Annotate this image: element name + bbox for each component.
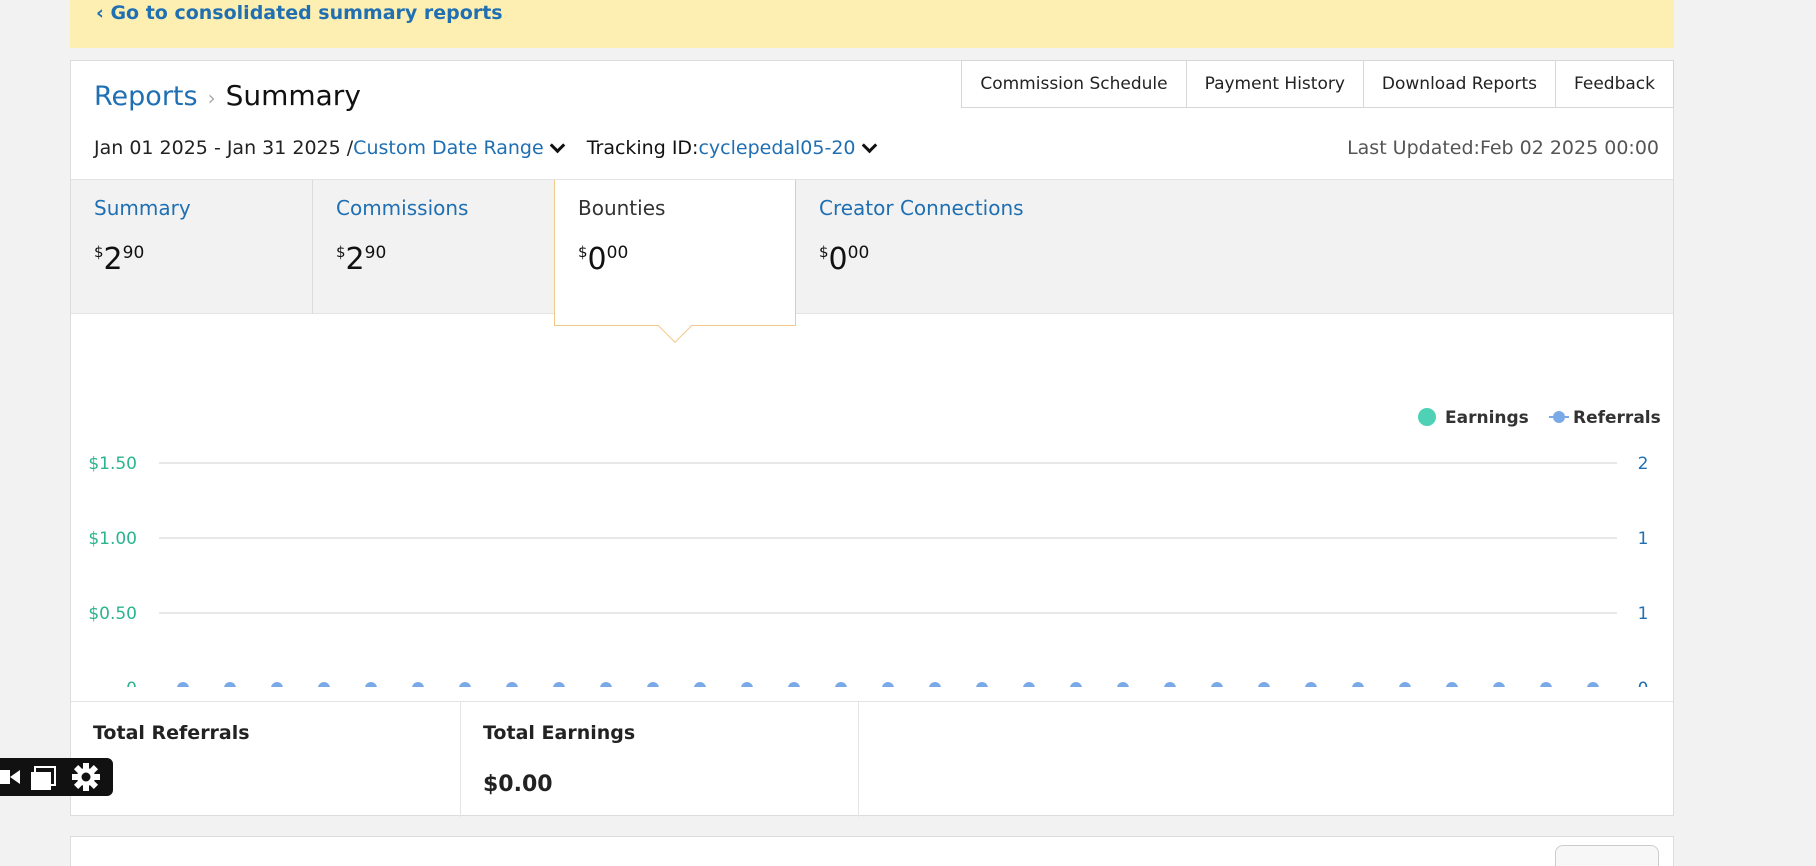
referrals-point	[1352, 682, 1364, 687]
referrals-point	[694, 682, 706, 687]
tab-commissions[interactable]: Commissions $290	[313, 180, 554, 314]
legend-earnings-label: Earnings	[1445, 408, 1529, 428]
referrals-point	[929, 682, 941, 687]
next-card	[70, 836, 1674, 866]
floating-toolbar-icons	[0, 763, 100, 791]
next-card-control[interactable]	[1555, 845, 1659, 866]
referrals-point	[1258, 682, 1270, 687]
total-earnings: Total Earnings $0.00	[461, 702, 859, 817]
referrals-point	[882, 682, 894, 687]
tracking-id-label: Tracking ID:	[586, 137, 699, 159]
referrals-point	[271, 682, 283, 687]
tab-amount: $290	[336, 242, 387, 277]
breadcrumb: Reports › Summary	[94, 79, 361, 112]
floating-toolbar	[0, 758, 113, 796]
last-updated: Last Updated:Feb 02 2025 00:00	[1347, 137, 1659, 159]
y-right-tick: 1	[1638, 529, 1649, 549]
top-nav: Commission Schedule Payment History Down…	[961, 60, 1674, 108]
tracking-id-selector[interactable]: Tracking ID: cyclepedal05-20	[587, 137, 885, 159]
referrals-point	[1117, 682, 1129, 687]
referrals-point	[1305, 682, 1317, 687]
tab-summary[interactable]: Summary $290	[71, 180, 313, 314]
referrals-point	[506, 682, 518, 687]
tab-label: Summary	[94, 196, 191, 220]
referrals-point	[600, 682, 612, 687]
breadcrumb-reports-link[interactable]: Reports	[94, 81, 198, 112]
referrals-point	[647, 682, 659, 687]
referrals-point	[553, 682, 565, 687]
referrals-point	[835, 682, 847, 687]
referrals-point	[1493, 682, 1505, 687]
tab-amount: $000	[578, 242, 629, 277]
breadcrumb-separator: ›	[207, 86, 216, 110]
tab-label: Commissions	[336, 196, 469, 220]
referrals-point	[412, 682, 424, 687]
legend-referrals-label: Referrals	[1573, 408, 1661, 428]
referrals-point	[1399, 682, 1411, 687]
page-title: Summary	[225, 79, 361, 112]
video-camera-icon[interactable]	[0, 770, 20, 784]
referrals-point	[1164, 682, 1176, 687]
referrals-point	[318, 682, 330, 687]
referrals-point	[1587, 682, 1599, 687]
referrals-point	[1211, 682, 1223, 687]
referrals-point	[976, 682, 988, 687]
payment-history-button[interactable]: Payment History	[1185, 60, 1363, 108]
tab-amount: $290	[94, 242, 145, 277]
tab-amount: $000	[819, 242, 870, 277]
summary-card: Reports › Summary Commission Schedule Pa…	[70, 60, 1674, 817]
tab-label: Bounties	[578, 196, 666, 220]
report-filters: Jan 01 2025 - Jan 31 2025 / Custom Date …	[94, 137, 885, 159]
referrals-point	[1023, 682, 1035, 687]
chevron-down-icon[interactable]	[549, 137, 565, 153]
tab-creator-connections[interactable]: Creator Connections $000	[796, 180, 1096, 314]
tracking-id-value[interactable]: cyclepedal05-20	[698, 137, 855, 159]
y-right-tick: 1	[1638, 604, 1649, 624]
total-referrals: Total Referrals	[71, 702, 461, 817]
chart-svg: EarningsReferrals00$0.501$1.001$1.50201 …	[88, 408, 1661, 687]
commission-schedule-button[interactable]: Commission Schedule	[961, 60, 1186, 108]
referrals-point	[224, 682, 236, 687]
y-left-tick: $1.00	[88, 529, 137, 549]
y-right-tick: 2	[1638, 454, 1649, 474]
earnings-referrals-chart: EarningsReferrals00$0.501$1.001$1.50201 …	[71, 315, 1673, 687]
total-referrals-label: Total Referrals	[93, 722, 250, 744]
referrals-point	[741, 682, 753, 687]
referrals-point	[788, 682, 800, 687]
referrals-point	[459, 682, 471, 687]
chevron-down-icon[interactable]	[861, 137, 877, 153]
report-tabs: Summary $290 Commissions $290 Bounties $…	[71, 179, 1673, 343]
date-range-text: Jan 01 2025 - Jan 31 2025 /	[94, 137, 354, 159]
total-earnings-value: $0.00	[483, 772, 553, 797]
y-left-tick: 0	[126, 679, 137, 687]
referrals-point	[177, 682, 189, 687]
consolidated-banner: ‹ Go to consolidated summary reports	[70, 0, 1674, 48]
gear-icon[interactable]	[72, 763, 100, 791]
custom-date-range-dropdown[interactable]: Custom Date Range	[353, 137, 544, 159]
y-left-tick: $0.50	[88, 604, 137, 624]
feedback-button[interactable]: Feedback	[1555, 60, 1674, 108]
consolidated-reports-link[interactable]: ‹ Go to consolidated summary reports	[96, 0, 503, 26]
legend-earnings-dot	[1418, 408, 1436, 426]
y-right-tick: 0	[1638, 679, 1649, 687]
download-reports-button[interactable]: Download Reports	[1362, 60, 1556, 108]
y-left-tick: $1.50	[88, 454, 137, 474]
tab-bounties[interactable]: Bounties $000	[554, 180, 796, 343]
legend-referrals-dot	[1553, 411, 1565, 423]
referrals-point	[1540, 682, 1552, 687]
referrals-point	[1446, 682, 1458, 687]
referrals-point	[1070, 682, 1082, 687]
referrals-point	[365, 682, 377, 687]
totals-row: Total Referrals Total Earnings $0.00	[71, 701, 1673, 817]
tab-label: Creator Connections	[819, 196, 1024, 220]
copy-window-icon[interactable]	[31, 766, 56, 790]
total-earnings-label: Total Earnings	[483, 722, 636, 744]
